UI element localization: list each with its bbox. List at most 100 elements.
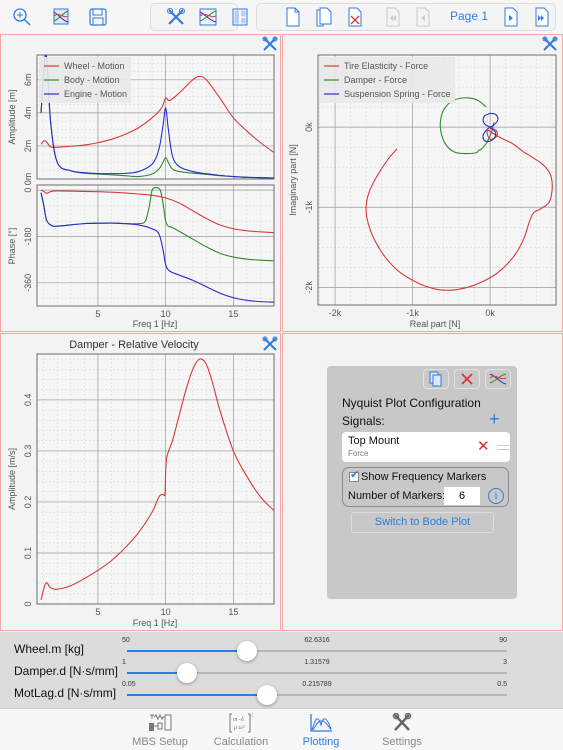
chart-settings-icon[interactable] — [262, 336, 278, 352]
slider-thumb[interactable] — [177, 663, 198, 683]
save-icon[interactable] — [87, 6, 109, 28]
remove-signal-icon[interactable]: ✕ — [477, 437, 490, 455]
tab-bar: MBS Setup m -δ μ ω² -1 Calculation Plottin… — [0, 708, 563, 750]
slider-max: 3 — [503, 659, 507, 666]
delete-page-icon[interactable] — [344, 6, 366, 28]
slider-min: 1 — [122, 659, 126, 666]
frequency-markers-group: ✔ Show Frequency Markers Number of Marke… — [342, 467, 509, 507]
mbs-setup-icon — [149, 713, 172, 731]
slider-track[interactable] — [127, 663, 507, 683]
slider-value: 0.215789 — [302, 681, 332, 688]
velocity-plot-panel: 5 10 15 0 0.1 0.2 0.3 0.4 Damper - Relative Velo… — [0, 333, 281, 631]
y-tick-label: 0.3 — [23, 445, 33, 458]
show-markers-checkbox[interactable]: ✔ — [349, 469, 359, 482]
num-markers-input[interactable] — [444, 487, 480, 505]
y-axis-title: Imaginary part [N] — [288, 144, 298, 216]
plot-area — [37, 354, 274, 604]
config-title: Nyquist Plot Configuration — [342, 396, 481, 410]
legend-label: Suspension Spring - Force — [344, 89, 451, 99]
tab-calculation[interactable]: m -δ μ ω² -1 Calculation — [206, 711, 276, 749]
chart-settings-icon[interactable] — [262, 36, 278, 52]
remove-plot-button[interactable] — [454, 369, 480, 389]
slider-value: 62.6316 — [304, 637, 330, 644]
y-tick-label: 0.2 — [23, 496, 33, 509]
previous-page-icon[interactable] — [412, 6, 434, 28]
x-axis-title: Real part [N] — [410, 319, 461, 329]
tab-mbs-setup[interactable]: MBS Setup — [125, 711, 195, 749]
calculation-icon: m -δ μ ω² -1 — [229, 713, 253, 733]
y-tick-label: 0k — [304, 122, 314, 132]
x-axis-title: Freq 1 [Hz] — [133, 618, 178, 628]
slider-track[interactable] — [127, 685, 507, 705]
layout-icon[interactable] — [229, 6, 251, 28]
slider-min: 50 — [122, 637, 130, 644]
legend-label: Damper - Force — [344, 75, 407, 85]
nyquist-config-popover: Nyquist Plot Configuration Signals: + To… — [327, 366, 517, 599]
nyquist-plot-panel: -2k -1k 0k 0k -1k -2k Tire Elasticity - Force D… — [282, 34, 563, 332]
svg-text:-1: -1 — [250, 713, 253, 719]
chart-settings-icon[interactable] — [542, 36, 558, 52]
x-tick-label: 5 — [95, 607, 100, 617]
slider-label: Damper.d [N·s/mm] — [14, 664, 119, 678]
y-tick-label: 0.4 — [23, 394, 33, 407]
plotting-icon — [310, 714, 332, 732]
new-page-icon[interactable] — [282, 6, 304, 28]
y-tick-label: 4m — [23, 107, 33, 120]
legend-label: Engine - Motion — [64, 89, 127, 99]
toolbar: Page 1 — [0, 0, 563, 34]
chart-title: Damper - Relative Velocity — [69, 339, 199, 351]
slider-label: MotLag.d [N·s/mm] — [14, 686, 117, 700]
tools-icon[interactable] — [165, 6, 187, 28]
y-axis-title: Amplitude [m] — [7, 89, 17, 144]
signals-button[interactable] — [485, 369, 511, 389]
last-page-icon[interactable] — [531, 6, 553, 28]
signals-label: Signals: — [342, 414, 385, 428]
x-tick-label: 5 — [95, 309, 100, 319]
signal-list-item[interactable]: Top Mount Force ✕ — [342, 432, 511, 462]
num-markers-label: Number of Markers: — [348, 490, 446, 502]
switch-to-bode-button[interactable]: Switch to Bode Plot — [351, 512, 494, 533]
slider-thumb[interactable] — [256, 685, 277, 705]
page-label: Page 1 — [450, 9, 489, 23]
y-tick-label: 0 — [23, 188, 33, 193]
x-tick-label: 10 — [161, 309, 171, 319]
legend-label: Body - Motion — [64, 75, 120, 85]
y-tick-label: 0.1 — [23, 547, 33, 560]
tab-settings[interactable]: Settings — [367, 711, 437, 749]
slider-track[interactable] — [127, 641, 507, 661]
legend-label: Tire Elasticity - Force — [344, 61, 428, 71]
y-tick-label: 0 — [23, 601, 33, 606]
zoom-in-icon[interactable] — [11, 6, 33, 28]
y-tick-label: -2k — [304, 281, 314, 294]
y-tick-label: -1k — [304, 200, 314, 213]
add-signal-button[interactable]: + — [489, 410, 500, 428]
signals-icon[interactable] — [197, 6, 219, 28]
plot-layout-icon[interactable] — [50, 6, 72, 28]
tab-plotting[interactable]: Plotting — [286, 711, 356, 749]
slider-min: 0.05 — [122, 681, 136, 688]
next-page-icon[interactable] — [500, 6, 522, 28]
x-tick-label: 10 — [161, 607, 171, 617]
x-axis-title: Freq 1 [Hz] — [133, 319, 178, 329]
y-tick-label: 2m — [23, 140, 33, 153]
svg-text:m -δ: m -δ — [233, 717, 244, 723]
tab-label: Calculation — [213, 736, 269, 748]
svg-text:μ ω²: μ ω² — [234, 725, 245, 731]
copy-button[interactable] — [423, 369, 449, 389]
checkmark-icon: ✔ — [350, 469, 360, 481]
slider-thumb[interactable] — [237, 641, 258, 661]
drag-handle-icon[interactable] — [497, 445, 511, 450]
duplicate-page-icon[interactable] — [313, 6, 335, 28]
y-tick-label: 6m — [23, 74, 33, 87]
parameter-sliders: Wheel.m [kg] 50 62.6316 90 Damper.d [N·s/mm]… — [0, 632, 563, 708]
velocity-plot[interactable]: 5 10 15 0 0.1 0.2 0.3 0.4 Damper - Relative Velo… — [1, 334, 282, 632]
y-tick-label: -360 — [23, 274, 33, 292]
bode-plot[interactable]: 0m 2m 4m 6m Wheel - Motion Body - Motion Engin… — [1, 35, 282, 333]
x-tick-label: 15 — [228, 309, 238, 319]
nyquist-plot[interactable]: -2k -1k 0k 0k -1k -2k Tire Elasticity - Force D… — [283, 35, 563, 333]
first-page-icon[interactable] — [382, 6, 404, 28]
info-icon[interactable]: i — [488, 488, 504, 504]
tab-label: Plotting — [302, 736, 340, 748]
tab-label: Settings — [382, 736, 422, 748]
x-tick-label: 0k — [485, 308, 495, 318]
